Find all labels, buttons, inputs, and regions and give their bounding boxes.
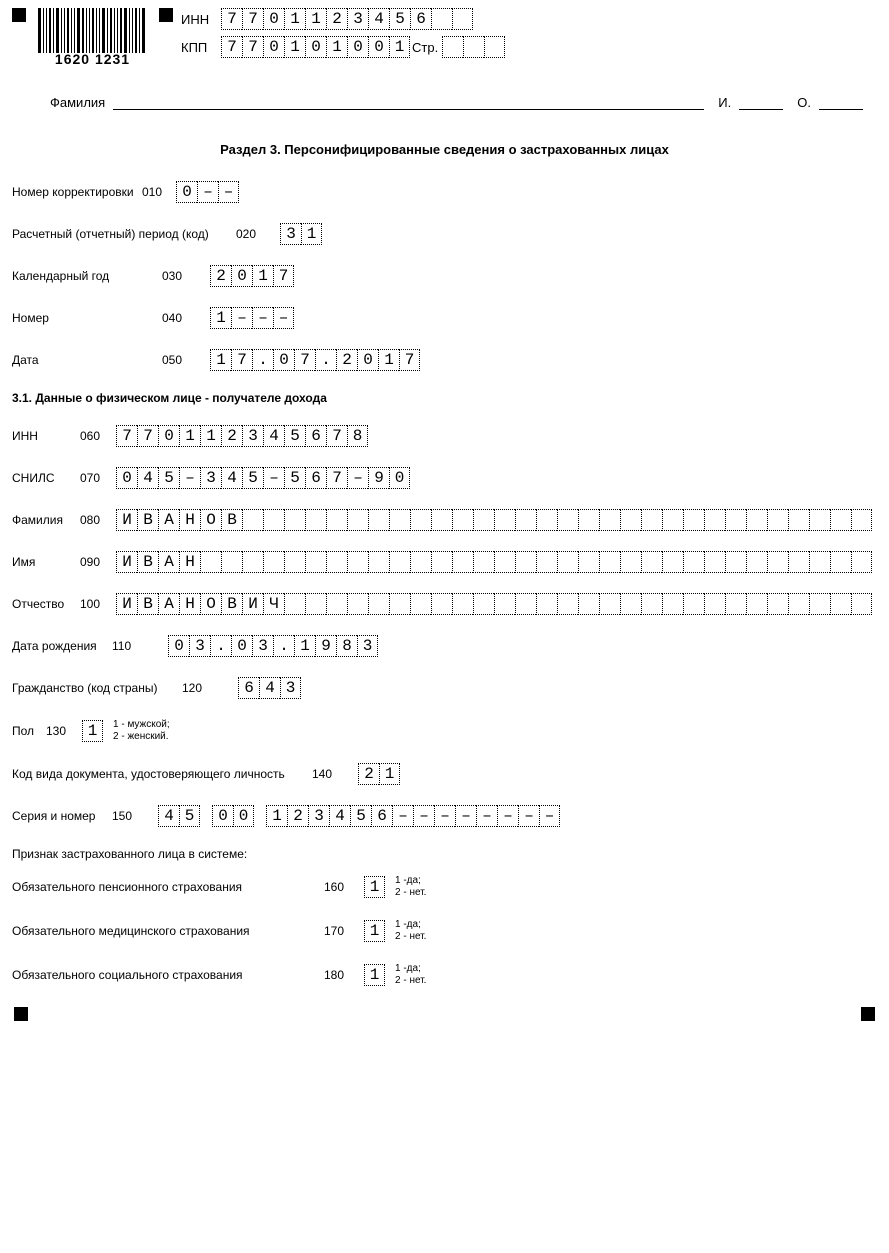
f160-cells: 1 xyxy=(364,876,385,898)
inn-label: ИНН xyxy=(181,12,215,27)
f150-cells: 4500123456–––––––– xyxy=(158,805,560,827)
f170-code: 170 xyxy=(324,924,364,938)
sign-title: Признак застрахованного лица в системе: xyxy=(12,847,247,861)
f020-label: Расчетный (отчетный) период (код) xyxy=(12,227,236,241)
f160-code: 160 xyxy=(324,880,364,894)
f100-label: Отчество xyxy=(12,597,80,611)
f140-label: Код вида документа, удостоверяющего личн… xyxy=(12,767,312,781)
f160-label: Обязательного пенсионного страхования xyxy=(12,880,324,894)
f180-label: Обязательного социального страхования xyxy=(12,968,324,982)
f160-hint: 1 -да; 2 - нет. xyxy=(395,875,426,899)
f040-cells: 1––– xyxy=(210,307,294,329)
f140-cells: 21 xyxy=(358,763,400,785)
corner-marker-tr-inner xyxy=(159,8,173,22)
f060-cells: 770112345678 xyxy=(116,425,368,447)
page-cells xyxy=(442,36,505,58)
f180-cells: 1 xyxy=(364,964,385,986)
o-line xyxy=(819,95,863,110)
f170-cells: 1 xyxy=(364,920,385,942)
f170-label: Обязательного медицинского страхования xyxy=(12,924,324,938)
corner-marker-bl xyxy=(14,1007,28,1021)
f010-cells: 0–– xyxy=(176,181,239,203)
f120-label: Гражданство (код страны) xyxy=(12,681,182,695)
f110-cells: 03.03.1983 xyxy=(168,635,378,657)
barcode-number: 1620 1231 xyxy=(38,51,147,67)
surname-line xyxy=(113,95,704,110)
f070-cells: 045–345–567–90 xyxy=(116,467,410,489)
f080-label: Фамилия xyxy=(12,513,80,527)
f090-cells: ИВАН xyxy=(116,551,872,573)
f060-code: 060 xyxy=(80,429,116,443)
f020-code: 020 xyxy=(236,227,280,241)
f030-code: 030 xyxy=(162,269,210,283)
f030-label: Календарный год xyxy=(12,269,162,283)
inn-cells: 7701123456 xyxy=(221,8,473,30)
f180-code: 180 xyxy=(324,968,364,982)
f110-code: 110 xyxy=(112,639,168,653)
f050-label: Дата xyxy=(12,353,162,367)
kpp-cells: 770101001 xyxy=(221,36,410,58)
corner-marker-br xyxy=(861,1007,875,1021)
o-label: О. xyxy=(797,95,811,110)
f150-code: 150 xyxy=(112,809,158,823)
page-label: Стр. xyxy=(412,40,438,55)
kpp-label: КПП xyxy=(181,40,215,55)
f130-code: 130 xyxy=(46,724,82,738)
f020-cells: 31 xyxy=(280,223,322,245)
f130-hint: 1 - мужской; 2 - женский. xyxy=(113,719,170,743)
f060-label: ИНН xyxy=(12,429,80,443)
sub31-heading: 3.1. Данные о физическом лице - получате… xyxy=(12,391,877,405)
f050-code: 050 xyxy=(162,353,210,367)
f100-code: 100 xyxy=(80,597,116,611)
f120-code: 120 xyxy=(182,681,238,695)
f080-cells: ИВАНОВ xyxy=(116,509,872,531)
f100-cells: ИВАНОВИЧ xyxy=(116,593,872,615)
f010-label: Номер корректировки xyxy=(12,185,142,199)
f150-label: Серия и номер xyxy=(12,809,112,823)
f120-cells: 643 xyxy=(238,677,301,699)
f110-label: Дата рождения xyxy=(12,639,112,653)
f050-cells: 17.07.2017 xyxy=(210,349,420,371)
f070-label: СНИЛС xyxy=(12,471,80,485)
f030-cells: 2017 xyxy=(210,265,294,287)
f180-hint: 1 -да; 2 - нет. xyxy=(395,963,426,987)
barcode: 1620 1231 xyxy=(38,8,147,67)
f070-code: 070 xyxy=(80,471,116,485)
f090-label: Имя xyxy=(12,555,80,569)
i-line xyxy=(739,95,783,110)
corner-marker-tl xyxy=(12,8,26,22)
f130-cells: 1 xyxy=(82,720,103,742)
f040-label: Номер xyxy=(12,311,162,325)
surname-label: Фамилия xyxy=(50,95,105,110)
f080-code: 080 xyxy=(80,513,116,527)
f010-code: 010 xyxy=(142,185,176,199)
section-title: Раздел 3. Персонифицированные сведения о… xyxy=(12,142,877,157)
f140-code: 140 xyxy=(312,767,358,781)
f040-code: 040 xyxy=(162,311,210,325)
f090-code: 090 xyxy=(80,555,116,569)
f130-label: Пол xyxy=(12,724,46,738)
i-label: И. xyxy=(718,95,731,110)
f170-hint: 1 -да; 2 - нет. xyxy=(395,919,426,943)
